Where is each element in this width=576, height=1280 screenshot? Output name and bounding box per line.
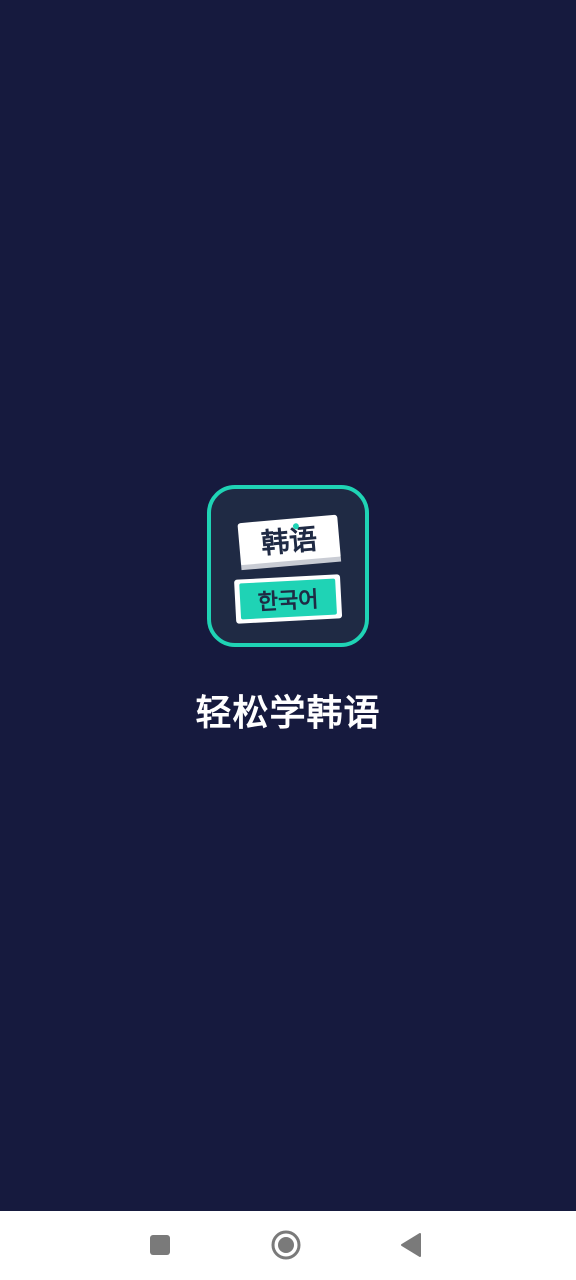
logo-top-text: 韩语 bbox=[260, 523, 319, 561]
app-name: 轻松学韩语 bbox=[195, 693, 381, 734]
back-button[interactable] bbox=[391, 1225, 431, 1265]
triangle-back-icon bbox=[401, 1233, 421, 1257]
navigation-bar bbox=[0, 1211, 576, 1280]
logo-bottom-text: 한국어 bbox=[257, 587, 319, 615]
splash-screen: 韩语 한국어 轻松学韩语 bbox=[0, 0, 576, 1211]
square-icon bbox=[150, 1235, 170, 1255]
home-button[interactable] bbox=[266, 1225, 306, 1265]
screen: 韩语 한국어 轻松学韩语 bbox=[0, 0, 576, 1280]
app-logo-graphic: 韩语 한국어 bbox=[234, 514, 343, 624]
app-logo-icon: 韩语 한국어 bbox=[207, 485, 369, 647]
recents-button[interactable] bbox=[140, 1225, 180, 1265]
circle-icon bbox=[271, 1230, 301, 1260]
